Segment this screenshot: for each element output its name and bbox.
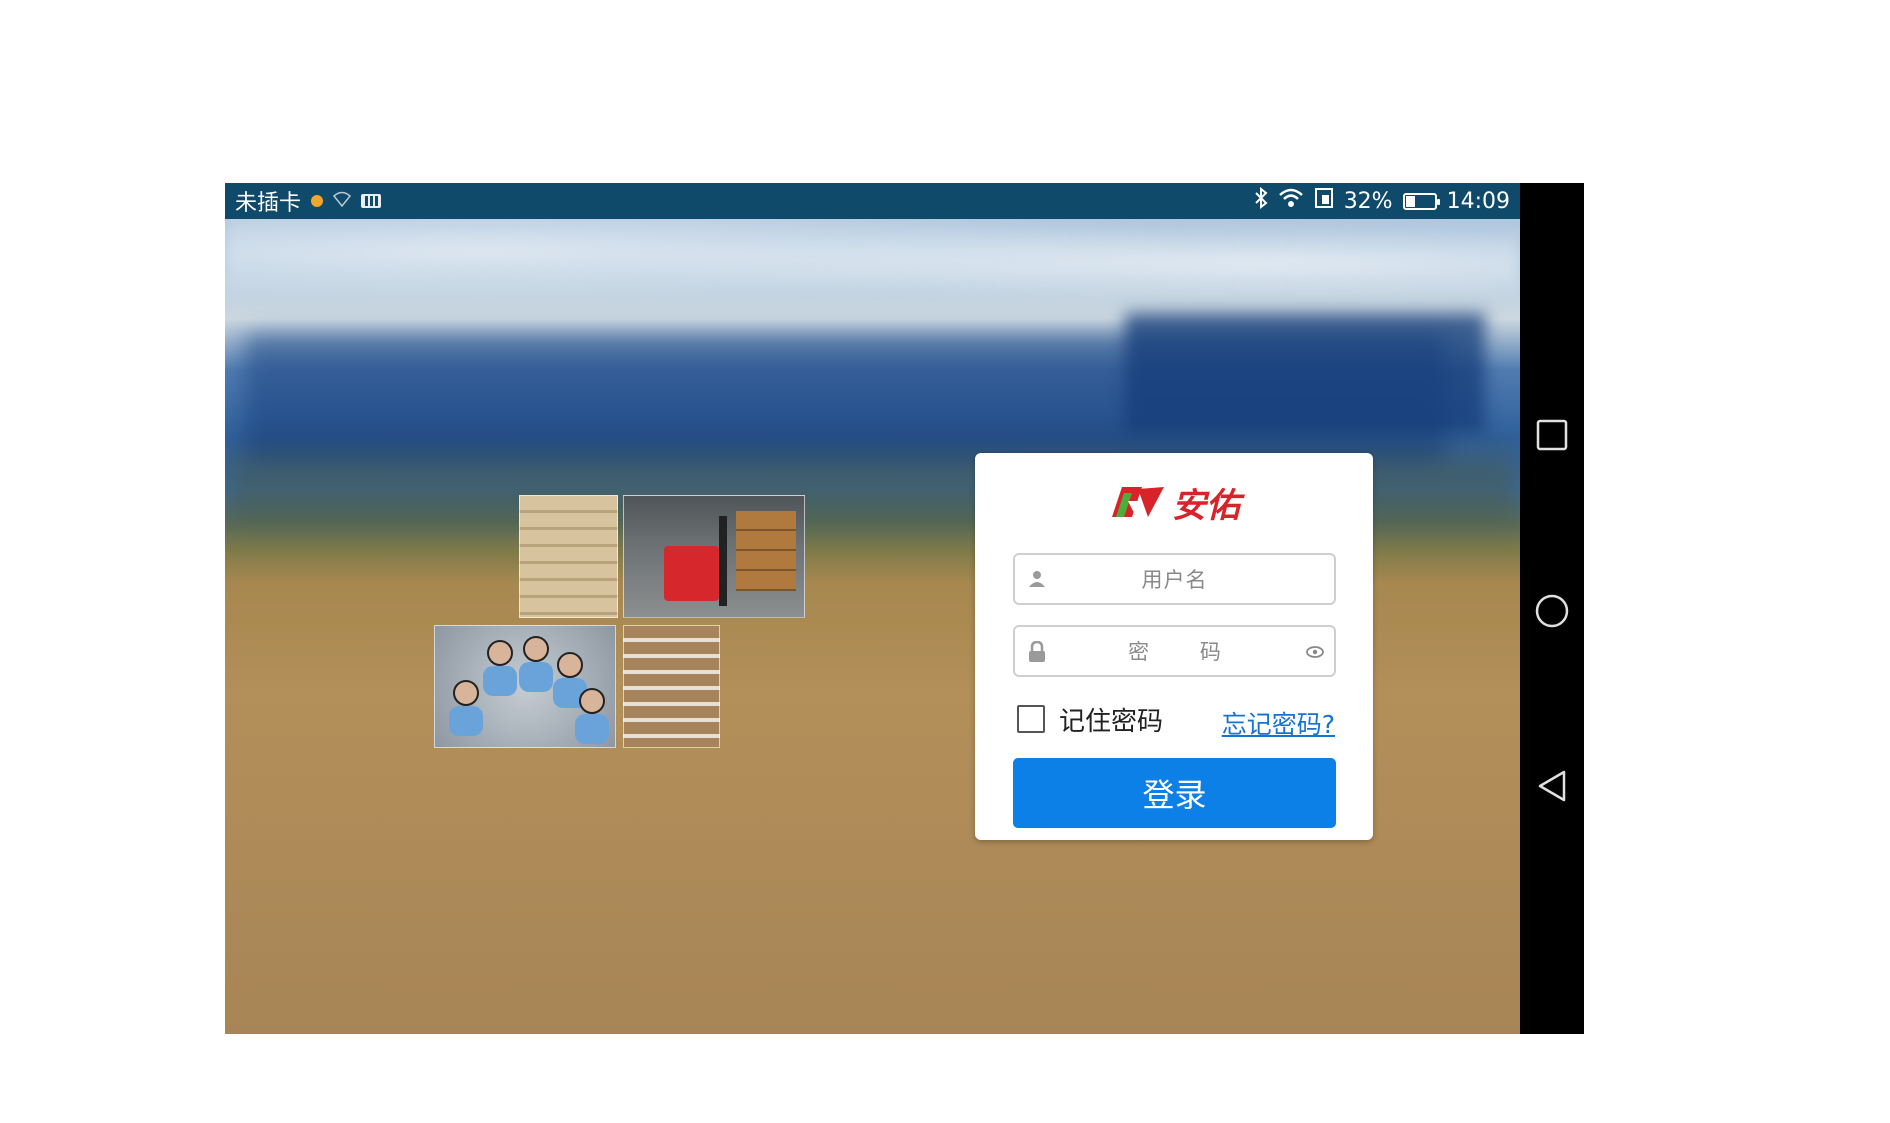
login-card: 安佑 用户名 密 码 记住密码 忘记密码? 登录 (975, 453, 1373, 840)
person (449, 706, 483, 736)
back-icon[interactable] (1534, 768, 1570, 804)
username-placeholder: 用户名 (1141, 568, 1208, 592)
remember-password-checkbox[interactable] (1017, 705, 1045, 733)
person-head (487, 640, 513, 666)
brand-logo-mark (1108, 485, 1166, 519)
photo-boxes (736, 511, 796, 591)
tablet-screen: 未插卡 32% 14:09 安佑 用户名 密 码 记住密码 忘记密码? 登录 (225, 183, 1584, 1034)
password-field[interactable]: 密 码 (1013, 625, 1336, 677)
person-head (579, 688, 605, 714)
person (519, 662, 553, 692)
notification-dot-icon (311, 195, 324, 207)
carrier-label: 未插卡 (235, 191, 302, 216)
app-screen: 未插卡 32% 14:09 安佑 用户名 密 码 记住密码 忘记密码? 登录 (225, 183, 1520, 1034)
person (575, 714, 609, 744)
battery-icon (1402, 192, 1440, 210)
person-head (453, 680, 479, 706)
remember-password-row[interactable]: 记住密码 (1017, 701, 1163, 737)
battery-percent: 32% (1343, 188, 1393, 214)
show-password-eye-icon[interactable] (1306, 644, 1324, 658)
brand-logo: 安佑 (975, 479, 1373, 526)
remember-password-label[interactable]: 记住密码 (1059, 701, 1163, 738)
sim-icon (1314, 187, 1334, 215)
photo-warehouse-shelves (623, 625, 720, 748)
login-button[interactable]: 登录 (1013, 758, 1336, 828)
username-field[interactable]: 用户名 (1013, 553, 1336, 605)
forklift-body (664, 546, 719, 601)
background-clouds (225, 203, 1520, 323)
recent-apps-icon[interactable] (1534, 417, 1570, 453)
person-head (523, 636, 549, 662)
person (483, 666, 517, 696)
bluetooth-icon (1254, 186, 1268, 215)
wifi-weak-icon (332, 191, 352, 211)
home-icon[interactable] (1534, 593, 1570, 629)
forklift-mast (719, 516, 727, 606)
photo-forklift (623, 495, 805, 618)
clock: 14:09 (1446, 188, 1510, 214)
background-building-right (1125, 313, 1485, 433)
brand-name: 安佑 (1172, 485, 1240, 526)
wifi-icon (1278, 188, 1304, 214)
forgot-password-link[interactable]: 忘记密码? (1222, 705, 1335, 741)
password-placeholder: 密 码 (1128, 640, 1243, 664)
keyboard-icon (361, 194, 382, 208)
navigation-bar (1520, 183, 1584, 1034)
photo-grain-bags (519, 495, 618, 618)
person-head (557, 652, 583, 678)
photo-team (434, 625, 616, 748)
status-bar: 未插卡 32% 14:09 (225, 183, 1520, 219)
